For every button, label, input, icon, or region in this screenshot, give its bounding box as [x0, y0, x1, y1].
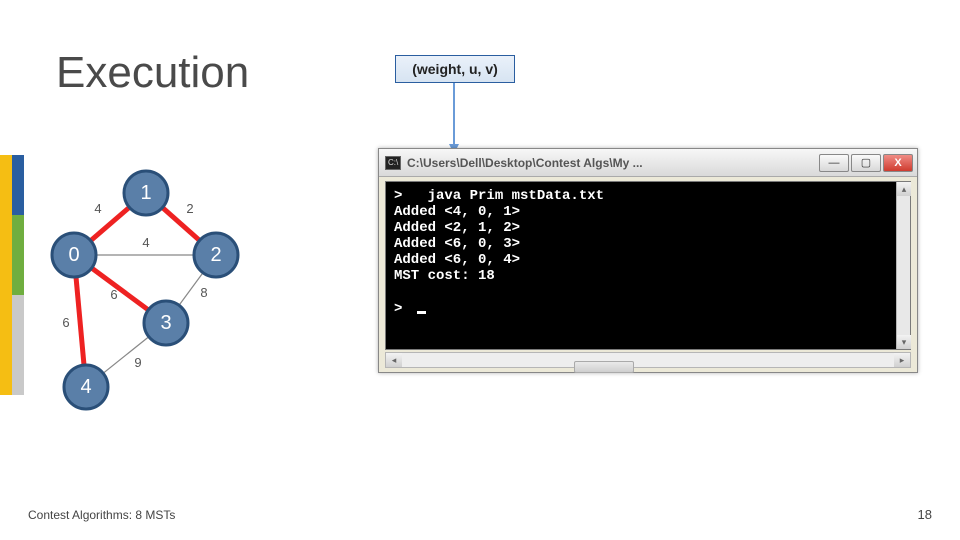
maximize-button[interactable]: ▢ — [851, 154, 881, 172]
console-window: C:\ C:\Users\Dell\Desktop\Contest Algs\M… — [378, 148, 918, 373]
scroll-left-icon[interactable]: ◂ — [386, 353, 402, 367]
window-title: C:\Users\Dell\Desktop\Contest Algs\My ..… — [407, 156, 819, 170]
decor-stripe-green — [12, 215, 24, 295]
decor-stripe-yellow — [0, 155, 12, 395]
footer-left: Contest Algorithms: 8 MSTs — [28, 508, 175, 522]
edge-weight: 2 — [186, 201, 193, 216]
edge-weight: 4 — [94, 201, 101, 216]
page-number: 18 — [918, 507, 932, 522]
console-output: > java Prim mstData.txt Added <4, 0, 1> … — [386, 182, 896, 349]
cursor — [417, 311, 426, 314]
callout-label: (weight, u, v) — [395, 55, 515, 83]
edge-weight: 4 — [142, 235, 149, 250]
graph-node-label: 4 — [80, 376, 91, 398]
window-titlebar[interactable]: C:\ C:\Users\Dell\Desktop\Contest Algs\M… — [379, 149, 917, 177]
edge-weight: 6 — [110, 287, 117, 302]
graph-node-label: 0 — [68, 244, 79, 266]
scroll-down-icon[interactable]: ▾ — [897, 335, 911, 349]
scroll-right-icon[interactable]: ▸ — [894, 353, 910, 367]
decor-stripe-blue — [12, 155, 24, 215]
edge-weight: 8 — [200, 285, 207, 300]
close-button[interactable]: X — [883, 154, 913, 172]
graph-node-label: 1 — [140, 182, 151, 204]
graph-node-label: 2 — [210, 244, 221, 266]
scroll-up-icon[interactable]: ▴ — [897, 182, 911, 196]
graph-node-label: 3 — [160, 312, 171, 334]
edge-weight: 9 — [134, 355, 141, 370]
decor-stripe-grey — [12, 295, 24, 395]
cmd-icon: C:\ — [385, 156, 401, 170]
mst-graph: 4 2 4 6 8 6 9 0 1 2 3 4 — [26, 155, 256, 415]
callout-arrow — [453, 83, 455, 153]
slide-title: Execution — [56, 48, 249, 98]
edge-weight: 6 — [62, 315, 69, 330]
minimize-button[interactable]: — — [819, 154, 849, 172]
scroll-thumb[interactable] — [574, 361, 634, 373]
vertical-scrollbar[interactable]: ▴ ▾ — [896, 182, 910, 349]
horizontal-scrollbar[interactable]: ◂ ▸ — [385, 352, 911, 368]
console-viewport: > java Prim mstData.txt Added <4, 0, 1> … — [385, 181, 911, 350]
